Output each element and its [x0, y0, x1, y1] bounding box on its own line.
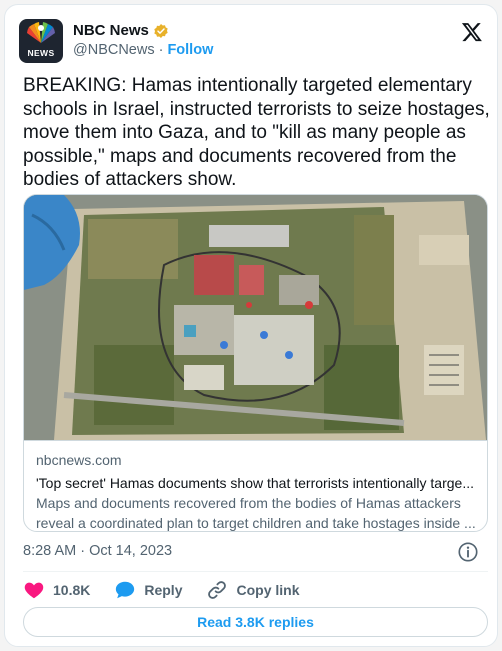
link-preview-meta: nbcnews.com 'Top secret' Hamas documents… — [24, 440, 487, 531]
tweet-timestamp[interactable]: 8:28 AM · Oct 14, 2023 — [23, 543, 172, 559]
separator: · — [158, 42, 164, 58]
tweet-text: BREAKING: Hamas intentionally targeted e… — [23, 75, 490, 190]
reply-button[interactable]: Reply — [114, 579, 182, 601]
link-description: Maps and documents recovered from the bo… — [36, 493, 477, 531]
heart-icon — [24, 582, 44, 599]
reply-label: Reply — [144, 582, 183, 598]
author-name[interactable]: NBC News — [73, 22, 149, 39]
tweet-header: NEWS NBC News @NBCNews · Follow — [19, 19, 485, 65]
copy-link-label: Copy link — [236, 582, 300, 598]
link-preview-card[interactable]: nbcnews.com 'Top secret' Hamas documents… — [23, 194, 488, 532]
link-domain: nbcnews.com — [36, 452, 122, 468]
verified-badge-icon — [154, 23, 168, 38]
map-photo — [24, 195, 487, 440]
info-icon[interactable] — [457, 541, 479, 563]
follow-button[interactable]: Follow — [167, 42, 213, 58]
author-handle[interactable]: @NBCNews — [73, 42, 155, 58]
reply-icon — [116, 581, 135, 599]
link-preview-image[interactable] — [24, 195, 487, 440]
avatar[interactable]: NEWS — [19, 19, 63, 63]
link-icon — [208, 581, 227, 599]
avatar-label: NEWS — [27, 48, 55, 58]
tweet-embed-card: NEWS NBC News @NBCNews · Follow BREAKING… — [4, 4, 498, 647]
copy-link-button[interactable]: Copy link — [206, 579, 300, 601]
action-bar: 10.8K Reply Copy link — [23, 578, 324, 602]
x-logo-icon[interactable] — [461, 21, 483, 43]
read-replies-button[interactable]: Read 3.8K replies — [23, 607, 488, 637]
divider — [23, 571, 488, 572]
link-title: 'Top secret' Hamas documents show that t… — [36, 475, 474, 491]
like-button[interactable]: 10.8K — [23, 579, 90, 601]
like-count: 10.8K — [53, 582, 91, 598]
link-description-line: reveal a coordinated plan to target chil… — [36, 515, 476, 531]
link-description-line: Maps and documents recovered from the bo… — [36, 495, 461, 511]
